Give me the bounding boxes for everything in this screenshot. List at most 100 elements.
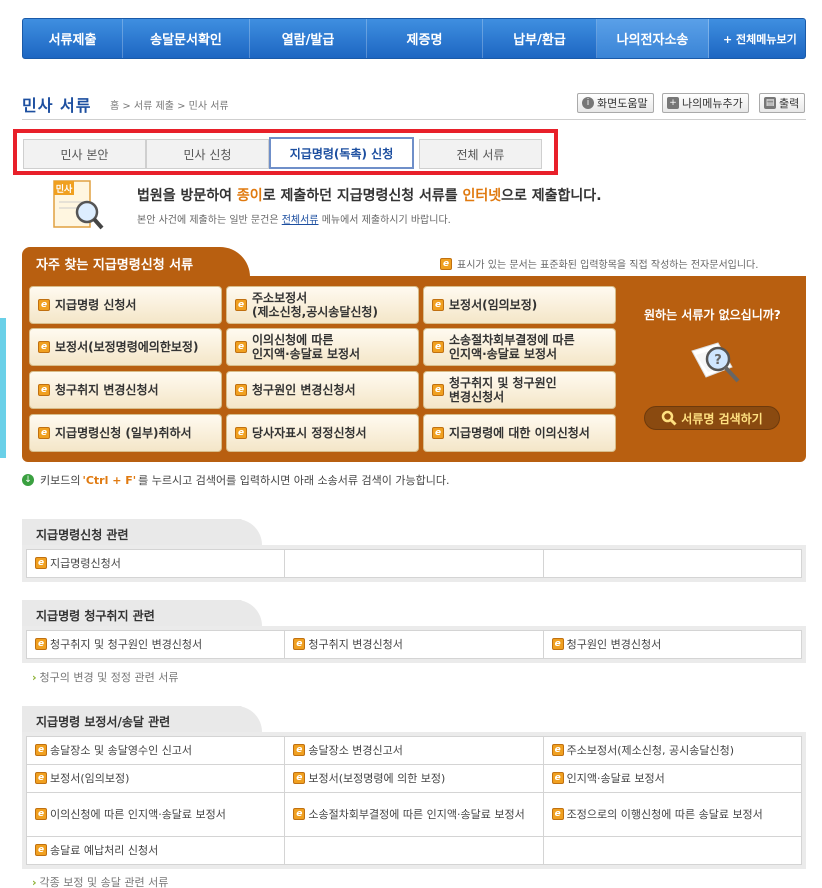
printer-icon: ▤	[764, 97, 776, 109]
table-row: e 지급명령신청서	[25, 549, 803, 578]
help-button[interactable]: i 화면도움말	[577, 93, 654, 113]
freq-doc-button[interactable]: e 당사자표시 정정신청서	[226, 414, 419, 452]
e-doc-icon: e	[432, 427, 444, 439]
info-icon: i	[582, 97, 594, 109]
section-title: 지급명령 청구취지 관련	[22, 600, 262, 628]
doc-table: e 청구취지 및 청구원인 변경신청서 e 청구취지 변경신청서 e 청구원인 변경신…	[25, 630, 803, 659]
nav-item-certificate[interactable]: 제증명	[367, 19, 483, 58]
e-doc-icon: e	[440, 257, 452, 270]
doc-link[interactable]: e 인지액·송달료 보정서	[551, 771, 795, 786]
e-doc-icon: e	[235, 341, 247, 353]
section-title: 지급명령 보정서/송달 관련	[22, 706, 262, 734]
doc-link[interactable]: e 청구원인 변경신청서	[551, 637, 795, 652]
table-row: e 송달장소 및 송달영수인 신고서 e 송달장소 변경신고서 e 주소보정서(제소신…	[25, 736, 803, 765]
freq-doc-button[interactable]: e 청구취지 변경신청서	[29, 371, 222, 409]
freq-doc-button[interactable]: e 지급명령 신청서	[29, 286, 222, 324]
arrow-right-icon: ›	[32, 671, 37, 684]
title-divider	[22, 119, 806, 120]
e-doc-icon: e	[38, 384, 50, 396]
nav-item-view-issue[interactable]: 열람/발급	[250, 19, 367, 58]
frequent-docs-note: e 표시가 있는 문서는 표준화된 입력항목을 직접 작성하는 전자문서입니다.	[440, 256, 758, 271]
freq-doc-button[interactable]: e 주소보정서 (제소신청,공시송달신청)	[226, 286, 419, 324]
e-doc-icon: e	[35, 744, 47, 756]
table-row: e 보정서(임의보정) e 보정서(보정명령에 의한 보정) e 인지액·송달료 보정…	[25, 764, 803, 793]
nav-item-submit[interactable]: 서류제출	[23, 19, 123, 58]
table-row: e 이의신청에 따른 인지액·송달료 보정서 e 소송절차회부결정에 따른 인지액·…	[25, 792, 803, 837]
e-doc-icon: e	[38, 427, 50, 439]
doc-link[interactable]: e 청구취지 및 청구원인 변경신청서	[35, 637, 278, 652]
add-menu-button-label: 나의메뉴추가	[682, 97, 743, 110]
freq-doc-button[interactable]: e 지급명령에 대한 이의신청서	[423, 414, 616, 452]
related-docs-link[interactable]: › 청구의 변경 및 정정 관련 서류	[32, 669, 178, 685]
doc-link[interactable]: e 청구취지 변경신청서	[293, 637, 536, 652]
doc-link[interactable]: e 이의신청에 따른 인지액·송달료 보정서	[35, 807, 278, 822]
doc-link[interactable]: e 송달장소 변경신고서	[293, 743, 536, 758]
top-nav: 서류제출 송달문서확인 열람/발급 제증명 납부/환급 나의전자소송 + 전체메…	[22, 18, 806, 59]
e-doc-icon: e	[432, 299, 444, 311]
nav-item-payment-refund[interactable]: 납부/환급	[483, 19, 597, 58]
doc-link[interactable]: e 지급명령신청서	[35, 556, 278, 571]
e-doc-icon: e	[35, 772, 47, 784]
intro-icon-label: 민사	[56, 183, 73, 195]
frequent-docs-title: 자주 찾는 지급명령신청 서류	[22, 247, 250, 277]
e-doc-icon: e	[293, 638, 306, 650]
e-doc-icon: e	[551, 744, 564, 756]
add-menu-button[interactable]: + 나의메뉴추가	[662, 93, 749, 113]
missing-doc-title: 원하는 서류가 없으십니까?	[644, 308, 781, 322]
svg-text:?: ?	[714, 353, 722, 368]
doc-link[interactable]: e 보정서(보정명령에 의한 보정)	[293, 771, 536, 786]
e-doc-icon: e	[235, 427, 247, 439]
down-arrow-icon: ↓	[22, 474, 34, 486]
e-doc-icon: e	[35, 844, 47, 856]
doc-table: e 송달장소 및 송달영수인 신고서 e 송달장소 변경신고서 e 주소보정서(제소신…	[25, 736, 803, 865]
left-edge-strip	[0, 318, 6, 458]
help-button-label: 화면도움말	[597, 97, 648, 110]
breadcrumb: 홈 > 서류 제출 > 민사 서류	[110, 101, 229, 112]
freq-doc-button[interactable]: e 소송절차회부결정에 따른 인지액·송달료 보정서	[423, 328, 616, 366]
section-header: 지급명령 청구취지 관련	[22, 600, 806, 628]
e-doc-icon: e	[293, 744, 306, 756]
doc-name-search-button[interactable]: 서류명 검색하기	[644, 406, 780, 430]
doc-table: e 지급명령신청서	[25, 549, 803, 578]
print-button[interactable]: ▤ 출력	[759, 93, 806, 113]
doc-link[interactable]: e 조정으로의 이행신청에 따른 송달료 보정서	[551, 807, 795, 822]
intro-subtext: 본안 사건에 제출하는 일반 문건은 전체서류 메뉴에서 제출하시기 바랍니다.	[137, 215, 451, 226]
document-magnifier-icon: 민사	[53, 180, 105, 232]
doc-link[interactable]: e 소송절차회부결정에 따른 인지액·송달료 보정서	[293, 807, 536, 822]
e-doc-icon: e	[293, 772, 306, 784]
doc-link[interactable]: e 보정서(임의보정)	[35, 771, 278, 786]
arrow-right-icon: ›	[32, 876, 37, 888]
freq-doc-button[interactable]: e 청구취지 및 청구원인 변경신청서	[423, 371, 616, 409]
intro-heading: 법원을 방문하여 종이로 제출하던 지급명령신청 서류를 인터넷으로 제출합니다…	[137, 188, 602, 204]
freq-doc-button[interactable]: e 이의신청에 따른 인지액·송달료 보정서	[226, 328, 419, 366]
related-docs-link[interactable]: › 각종 보정 및 송달 관련 서류	[32, 874, 168, 888]
freq-doc-button[interactable]: e 보정서(보정명령에의한보정)	[29, 328, 222, 366]
e-doc-icon: e	[432, 341, 444, 353]
doc-link[interactable]: e 송달장소 및 송달영수인 신고서	[35, 743, 278, 758]
e-doc-icon: e	[551, 772, 564, 784]
section-box: e 청구취지 및 청구원인 변경신청서 e 청구취지 변경신청서 e 청구원인 변경신…	[22, 626, 806, 663]
nav-item-my-ecourt[interactable]: 나의전자소송	[597, 19, 709, 58]
table-row: e 송달료 예납처리 신청서	[25, 836, 803, 865]
e-doc-icon: e	[35, 557, 47, 569]
freq-doc-button[interactable]: e 지급명령신청 (일부)취하서	[29, 414, 222, 452]
search-icon	[662, 410, 677, 426]
e-doc-icon: e	[432, 384, 444, 396]
doc-link[interactable]: e 송달료 예납처리 신청서	[35, 843, 278, 858]
e-doc-icon: e	[235, 299, 247, 311]
section-box: e 송달장소 및 송달영수인 신고서 e 송달장소 변경신고서 e 주소보정서(제소신…	[22, 732, 806, 869]
doc-link[interactable]: e 주소보정서(제소신청, 공시송달신청)	[551, 743, 795, 758]
all-documents-link[interactable]: 전체서류	[282, 215, 319, 226]
section-box: e 지급명령신청서	[22, 545, 806, 582]
freq-doc-button[interactable]: e 청구원인 변경신청서	[226, 371, 419, 409]
print-button-label: 출력	[779, 97, 800, 110]
freq-doc-button[interactable]: e 보정서(임의보정)	[423, 286, 616, 324]
section-title: 지급명령신청 관련	[22, 519, 262, 547]
table-row: e 청구취지 및 청구원인 변경신청서 e 청구취지 변경신청서 e 청구원인 변경신…	[25, 630, 803, 659]
document-search-icon: ?	[688, 337, 744, 387]
nav-item-delivery-check[interactable]: 송달문서확인	[123, 19, 250, 58]
page-title: 민사 서류	[22, 96, 92, 115]
e-doc-icon: e	[38, 299, 50, 311]
all-menu-link[interactable]: + 전체메뉴보기	[709, 31, 797, 47]
e-doc-icon: e	[38, 341, 50, 353]
